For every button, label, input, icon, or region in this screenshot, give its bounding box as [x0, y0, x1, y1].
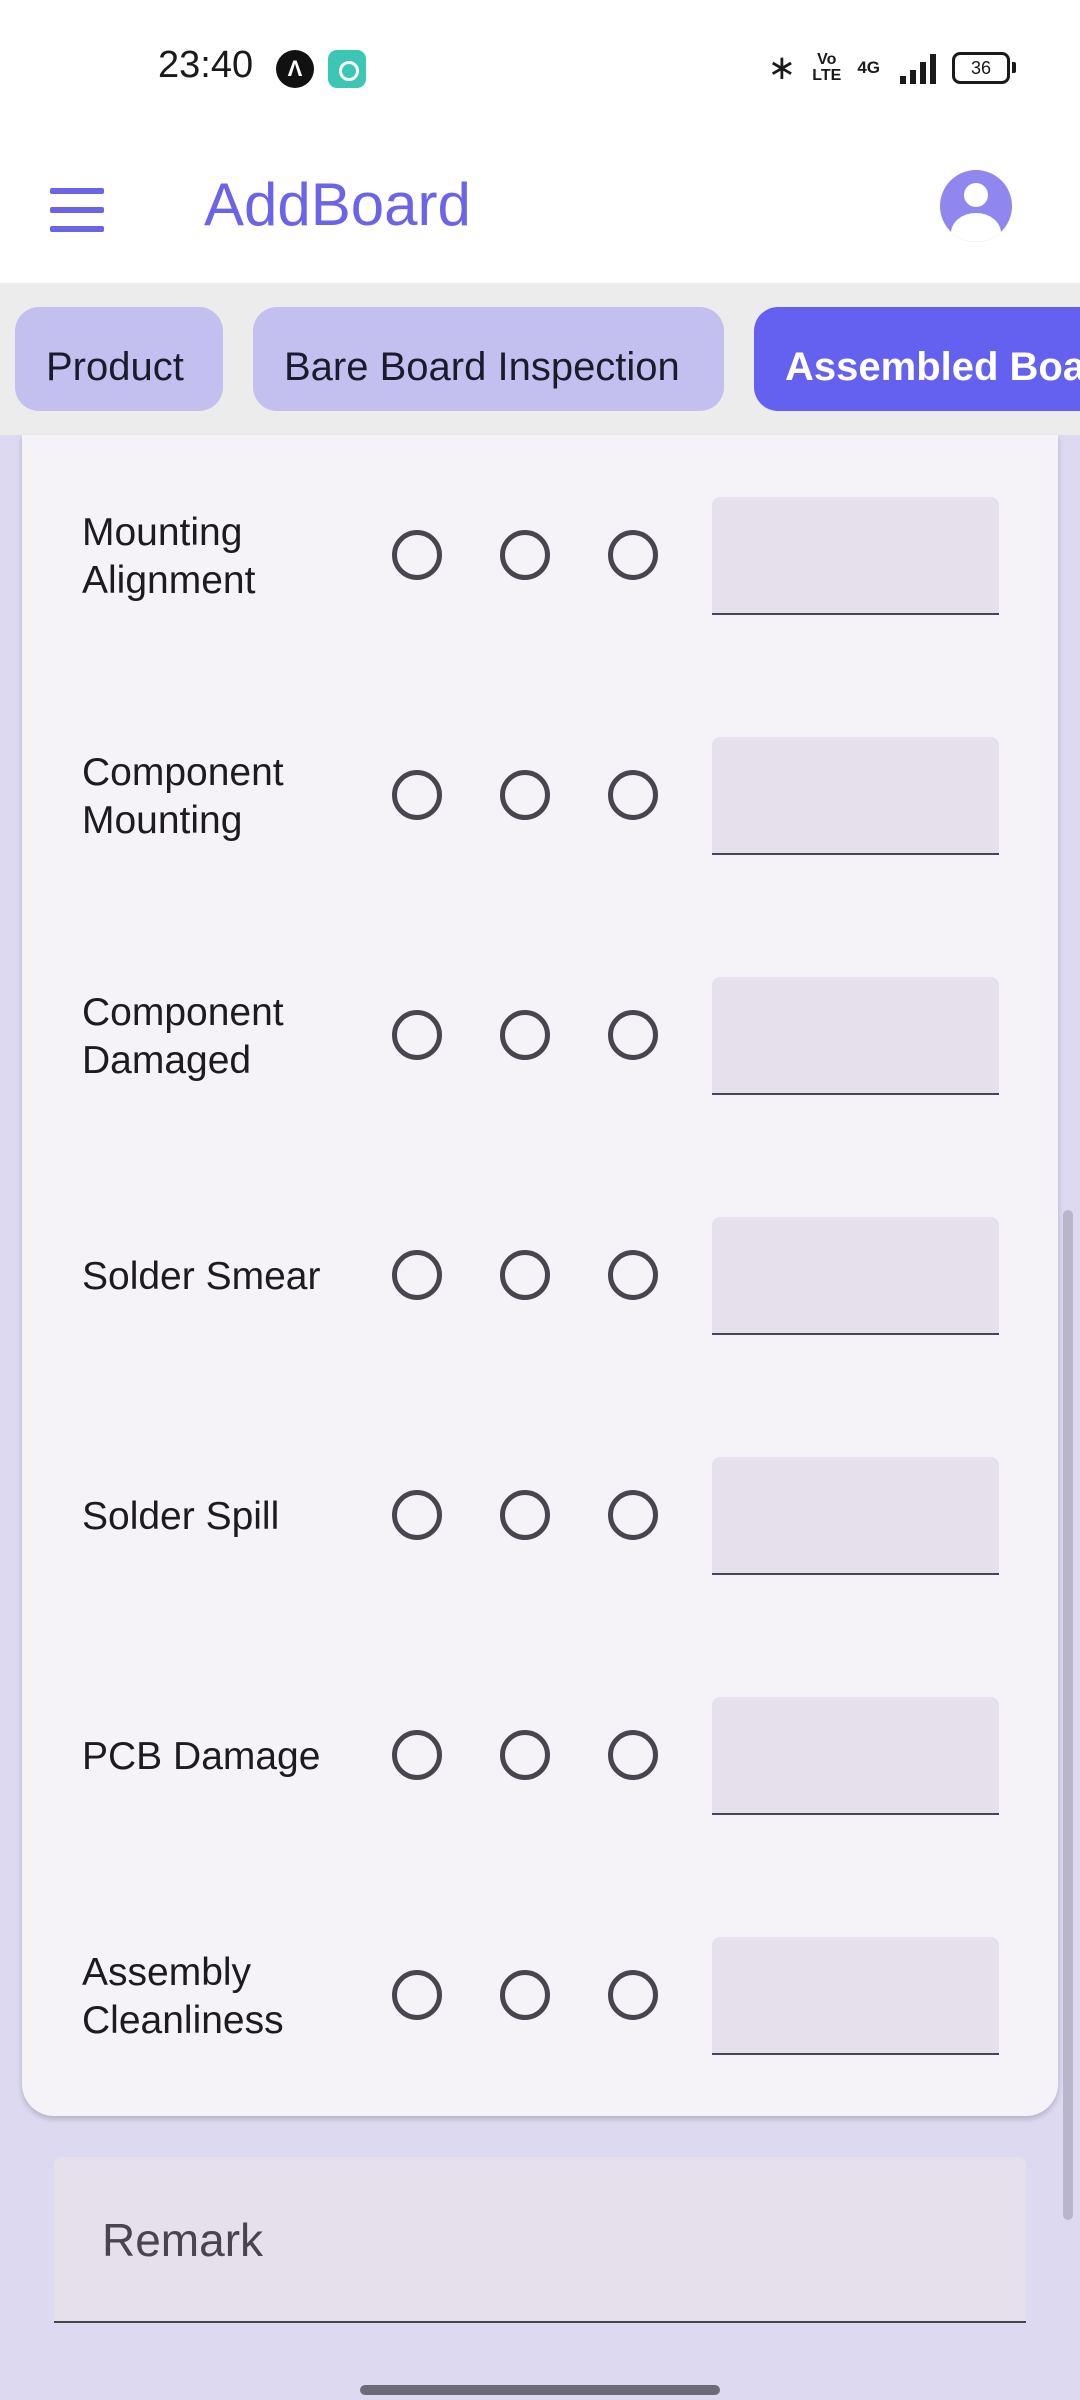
remark-label: Remark [102, 2214, 264, 2266]
radio-option-3[interactable] [608, 1970, 658, 2020]
row-label: Assembly Cleanliness [82, 1951, 284, 2042]
inspection-row: Component Damaged [22, 977, 1058, 1097]
tab-product[interactable]: Product [15, 307, 223, 411]
radio-option-2[interactable] [500, 1730, 550, 1780]
radio-option-1[interactable] [392, 1010, 442, 1060]
hamburger-menu-icon[interactable] [48, 180, 108, 240]
row-label: PCB Damage [82, 1735, 321, 1778]
radio-option-2[interactable] [500, 1250, 550, 1300]
4g-signal-icon: 4G [857, 58, 880, 77]
radio-option-1[interactable] [392, 1250, 442, 1300]
row-text-field[interactable] [712, 1937, 999, 2055]
signal-icon [900, 52, 936, 84]
radio-option-1[interactable] [392, 770, 442, 820]
row-text-field[interactable] [712, 1457, 999, 1575]
row-text-field[interactable] [712, 1697, 999, 1815]
row-text-field[interactable] [712, 977, 999, 1095]
radio-option-3[interactable] [608, 1490, 658, 1540]
row-label: Solder Smear [82, 1255, 321, 1298]
inspection-card: Mounting Alignment Component Mounting Co… [22, 435, 1058, 2116]
status-icons: ∗ Vo LTE 4G 36 [767, 48, 1016, 88]
bluetooth-icon: ∗ [767, 49, 797, 87]
radio-option-2[interactable] [500, 1970, 550, 2020]
radio-option-2[interactable] [500, 530, 550, 580]
tab-bare-board-inspection[interactable]: Bare Board Inspection [253, 307, 724, 411]
app-notification-icon: Λ [276, 50, 314, 88]
app-bar: AddBoard [0, 140, 1080, 283]
inspection-row: PCB Damage [22, 1697, 1058, 1817]
row-text-field[interactable] [712, 737, 999, 855]
app-title: AddBoard [204, 171, 471, 238]
radio-option-1[interactable] [392, 1970, 442, 2020]
row-text-field[interactable] [712, 1217, 999, 1335]
scrollbar-thumb[interactable] [1063, 1210, 1073, 2220]
account-circle-icon[interactable] [940, 170, 1012, 242]
inspection-row: Component Mounting [22, 737, 1058, 857]
radio-option-2[interactable] [500, 1490, 550, 1540]
inspection-row: Solder Smear [22, 1217, 1058, 1337]
radio-option-3[interactable] [608, 770, 658, 820]
inspection-row: Mounting Alignment [22, 497, 1058, 617]
radio-option-2[interactable] [500, 1010, 550, 1060]
tab-assembled-board[interactable]: Assembled Board [754, 307, 1080, 411]
row-label: Component Damaged [82, 991, 284, 1082]
row-label: Component Mounting [82, 751, 284, 842]
radio-option-1[interactable] [392, 1730, 442, 1780]
home-indicator[interactable] [360, 2385, 720, 2395]
inspection-row: Solder Spill [22, 1457, 1058, 1577]
radio-option-3[interactable] [608, 1010, 658, 1060]
radio-option-1[interactable] [392, 530, 442, 580]
battery-icon: 36 [952, 52, 1016, 84]
remark-field[interactable]: Remark [54, 2157, 1026, 2323]
chat-notification-icon [328, 50, 366, 88]
radio-option-2[interactable] [500, 770, 550, 820]
row-label: Mounting Alignment [82, 511, 256, 602]
row-label: Solder Spill [82, 1495, 280, 1538]
radio-option-3[interactable] [608, 530, 658, 580]
volte-icon: Vo LTE [812, 51, 842, 84]
status-bar: 23:40 Λ ∗ Vo LTE 4G 36 [0, 0, 1080, 140]
radio-option-3[interactable] [608, 1730, 658, 1780]
inspection-row: Assembly Cleanliness [22, 1937, 1058, 2057]
tab-strip: Product Bare Board Inspection Assembled … [0, 283, 1080, 435]
row-text-field[interactable] [712, 497, 999, 615]
status-time: 23:40 [158, 44, 254, 86]
radio-option-1[interactable] [392, 1490, 442, 1540]
radio-option-3[interactable] [608, 1250, 658, 1300]
